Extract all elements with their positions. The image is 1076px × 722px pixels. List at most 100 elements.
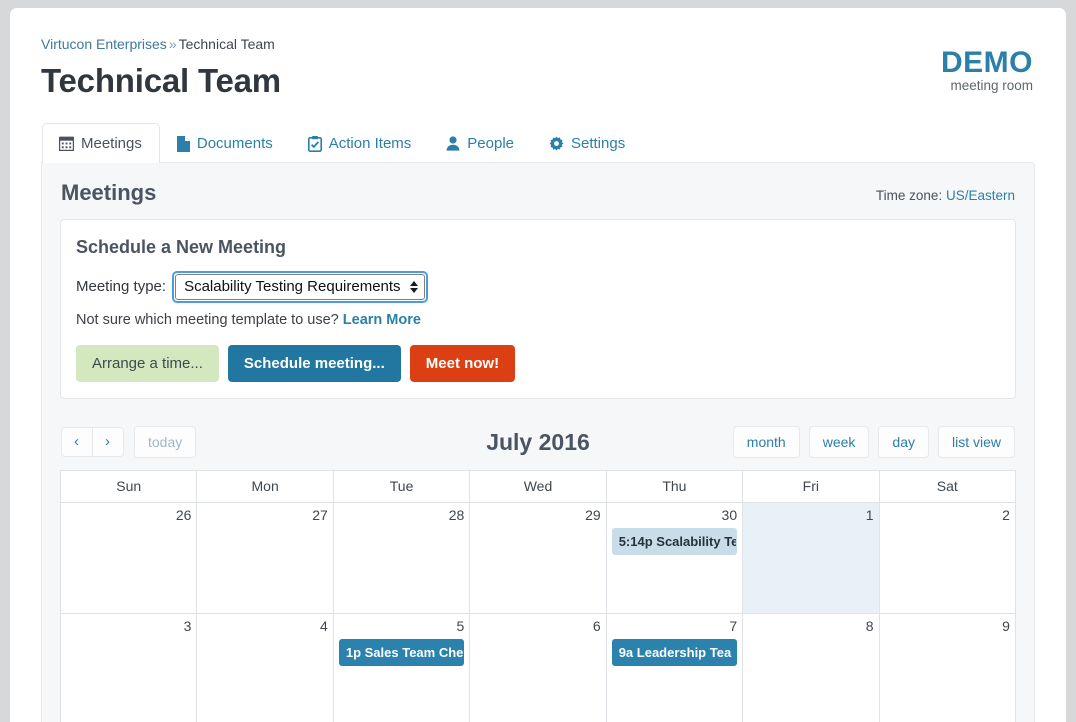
day-header: Sat — [878, 471, 1015, 502]
calendar-day-cell[interactable]: 9 — [878, 614, 1015, 722]
meetings-panel: Meetings Time zone: US/Eastern Schedule … — [41, 162, 1035, 722]
calendar-icon — [59, 136, 74, 151]
calendar-view-month-button[interactable]: month — [732, 426, 800, 458]
calendar-day-cell[interactable]: 5 1p Sales Team Che — [332, 614, 469, 722]
calendar-day-cell-today[interactable]: 1 — [742, 503, 879, 613]
timezone-link[interactable]: US/Eastern — [946, 188, 1015, 203]
tab-label: Settings — [571, 135, 626, 152]
breadcrumb-current: Technical Team — [178, 36, 275, 52]
calendar-day-number: 9 — [1002, 618, 1010, 634]
calendar-day-number: 26 — [175, 507, 192, 523]
day-header: Fri — [742, 471, 878, 502]
calendar-event-title: Leadership Tea — [633, 645, 732, 660]
calendar-day-cell[interactable]: 3 — [61, 614, 196, 722]
document-icon — [176, 135, 190, 152]
meeting-type-select-focus-ring: Scalability Testing Requirements — [172, 271, 428, 303]
title-row: Technical Team DEMO meeting room — [41, 47, 1035, 115]
calendar-day-number: 5 — [456, 618, 465, 634]
calendar-day-cell[interactable]: 7 9a Leadership Tea — [605, 614, 742, 722]
select-spinner-icon — [409, 281, 418, 293]
breadcrumb-parent-link[interactable]: Virtucon Enterprises — [41, 36, 167, 52]
person-icon — [446, 136, 460, 151]
calendar-day-number: 7 — [729, 618, 738, 634]
tab-action-items[interactable]: Action Items — [291, 123, 430, 163]
calendar-day-cell[interactable]: 27 — [196, 503, 332, 613]
calendar-week-row: 26 27 28 29 30 5:14p Scalability Te 1 2 — [61, 503, 1015, 614]
tab-label: Action Items — [328, 135, 412, 152]
tab-people[interactable]: People — [429, 123, 532, 163]
clipboard-check-icon — [307, 135, 322, 152]
breadcrumb: Virtucon Enterprises» Technical Team — [41, 8, 1035, 53]
calendar-nav-group: ‹ › — [61, 427, 124, 457]
calendar-event[interactable]: 5:14p Scalability Te — [611, 528, 738, 555]
day-header: Mon — [196, 471, 332, 502]
panel-header: Meetings Time zone: US/Eastern — [60, 163, 1016, 219]
calendar-event-time: 9a — [618, 645, 634, 660]
tab-label: Meetings — [81, 135, 142, 152]
arrange-a-time-button[interactable]: Arrange a time... — [76, 345, 219, 382]
calendar-day-cell[interactable]: 28 — [332, 503, 469, 613]
timezone-display: Time zone: US/Eastern — [876, 188, 1015, 203]
calendar-week-row: 3 4 5 1p Sales Team Che 6 7 9a Leadership Tea 8… — [61, 614, 1015, 722]
calendar-day-cell[interactable]: 29 — [469, 503, 605, 613]
calendar-day-number: 2 — [1002, 507, 1010, 523]
meeting-type-select[interactable]: Scalability Testing Requirements — [175, 274, 425, 300]
day-header: Tue — [332, 471, 469, 502]
calendar-view-week-button[interactable]: week — [808, 426, 870, 458]
schedule-card-title: Schedule a New Meeting — [76, 237, 287, 257]
calendar-day-headers: Sun Mon Tue Wed Thu Fri Sat — [61, 471, 1015, 503]
calendar-day-cell[interactable]: 4 — [196, 614, 332, 722]
calendar-event-title: Scalability Te — [652, 534, 738, 549]
calendar-day-number: 1 — [865, 507, 874, 523]
calendar-view-list-button[interactable]: list view — [937, 426, 1015, 458]
calendar-event[interactable]: 9a Leadership Tea — [611, 639, 738, 666]
calendar-day-number: 30 — [721, 507, 738, 523]
calendar-day-number: 3 — [183, 618, 192, 634]
calendar-event-title: Sales Team Che — [361, 645, 464, 660]
tab-documents[interactable]: Documents — [160, 123, 291, 163]
month-calendar: Sun Mon Tue Wed Thu Fri Sat 26 27 28 29 30 5:… — [60, 470, 1016, 722]
calendar-day-cell[interactable]: 2 — [878, 503, 1015, 613]
tab-bar: Meetings Documents Action Items People S… — [41, 122, 1035, 163]
calendar-event[interactable]: 1p Sales Team Che — [338, 639, 465, 666]
calendar-day-cell[interactable]: 30 5:14p Scalability Te — [605, 503, 742, 613]
tab-settings[interactable]: Settings — [532, 123, 643, 163]
template-hint-text: Not sure which meeting template to use? — [76, 312, 339, 328]
calendar-toolbar: ‹ › today July 2016 month week day list … — [60, 426, 1016, 458]
day-header: Thu — [605, 471, 742, 502]
gear-icon — [549, 136, 564, 151]
meeting-type-selected-value: Scalability Testing Requirements — [184, 278, 401, 295]
learn-more-link[interactable]: Learn More — [343, 312, 421, 328]
page-title: Technical Team — [41, 62, 281, 99]
calendar-day-cell[interactable]: 26 — [61, 503, 196, 613]
calendar-day-number: 27 — [312, 507, 328, 523]
logo-secondary-text: meeting room — [950, 78, 1033, 93]
template-hint: Not sure which meeting template to use? … — [76, 311, 1000, 330]
page-frame: Virtucon Enterprises» Technical Team Tech… — [10, 8, 1066, 722]
calendar-day-cell[interactable]: 8 — [742, 614, 878, 722]
panel-title: Meetings — [61, 180, 157, 205]
calendar-day-number: 29 — [585, 507, 601, 523]
calendar-prev-button[interactable]: ‹ — [61, 427, 93, 457]
app-logo: DEMO meeting room — [941, 47, 1033, 94]
meeting-type-label: Meeting type: — [76, 278, 167, 295]
day-header: Sun — [116, 478, 142, 494]
calendar-day-cell[interactable]: 6 — [469, 614, 605, 722]
calendar-day-number: 6 — [592, 618, 601, 634]
schedule-actions: Arrange a time... Schedule meeting... Me… — [76, 345, 1000, 382]
calendar-day-number: 28 — [448, 507, 465, 523]
page-content: Virtucon Enterprises» Technical Team Tech… — [10, 8, 1066, 722]
breadcrumb-separator: » — [168, 36, 177, 52]
schedule-meeting-button[interactable]: Schedule meeting... — [227, 345, 401, 382]
tab-label: Documents — [196, 135, 273, 152]
meeting-type-row: Meeting type: Scalability Testing Requir… — [76, 271, 1000, 303]
calendar-next-button[interactable]: › — [93, 427, 124, 457]
calendar-view-day-button[interactable]: day — [878, 426, 929, 458]
calendar-event-time: 5:14p — [618, 534, 653, 549]
calendar-event-time: 1p — [345, 645, 362, 660]
calendar-view-group: month week day list view — [732, 426, 1015, 458]
tab-meetings[interactable]: Meetings — [42, 123, 160, 163]
meet-now-button[interactable]: Meet now! — [409, 345, 516, 382]
calendar-today-button[interactable]: today — [134, 426, 197, 458]
day-header: Wed — [469, 471, 605, 502]
